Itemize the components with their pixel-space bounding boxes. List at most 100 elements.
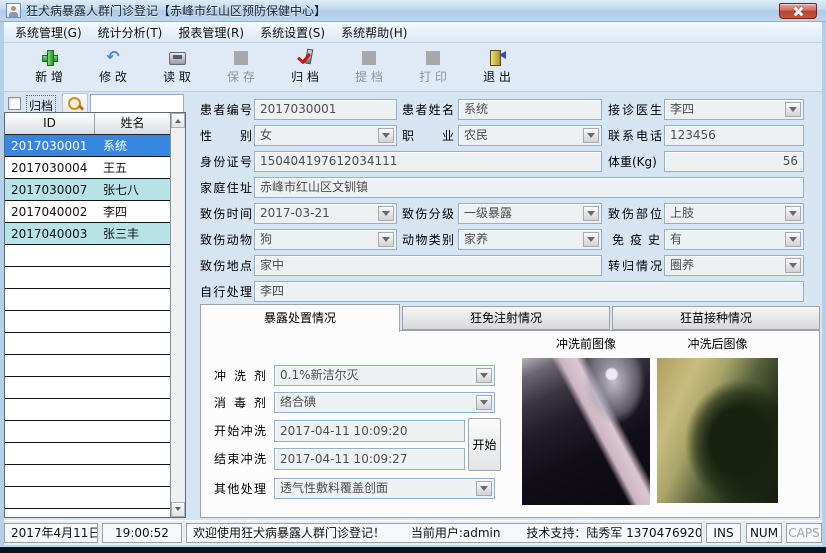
tab-exposure-treatment[interactable]: 暴露处置情况 bbox=[200, 304, 400, 332]
phone-field[interactable]: 123456 bbox=[664, 125, 804, 146]
self-treat-field[interactable]: 李四 bbox=[254, 281, 804, 302]
menu-help[interactable]: 系统帮助(H) bbox=[333, 22, 415, 43]
rinse-end-label: 结束冲洗 bbox=[214, 449, 266, 469]
injury-grade-combo[interactable]: 一级暴露 bbox=[458, 203, 602, 224]
read-button[interactable]: 读 取 bbox=[145, 45, 209, 89]
menu-settings[interactable]: 系统设置(S) bbox=[252, 22, 333, 43]
status-bar: 2017年4月11日 19:00:52 欢迎使用狂犬病暴露人群门诊登记！ 当前用… bbox=[0, 520, 826, 545]
occupation-combo[interactable]: 农民 bbox=[458, 125, 602, 146]
post-wash-image bbox=[657, 358, 778, 503]
table-row[interactable]: 2017030001 系统 bbox=[5, 135, 170, 157]
empty-row bbox=[5, 487, 170, 509]
address-field[interactable]: 赤峰市红山区文钏镇 bbox=[254, 177, 804, 198]
post-wash-image-label: 冲洗后图像 bbox=[657, 336, 778, 352]
table-row[interactable]: 2017040003 张三丰 bbox=[5, 223, 170, 245]
modify-button[interactable]: 修 改 bbox=[81, 45, 145, 89]
patient-id-field[interactable]: 2017030001 bbox=[254, 99, 397, 120]
dropdown-arrow-icon[interactable] bbox=[785, 232, 801, 247]
injury-animal-label: 致伤动物 bbox=[200, 230, 252, 250]
window-title: 狂犬病暴露人群门诊登记【赤峰市红山区预防保健中心】 bbox=[26, 2, 326, 19]
weight-field[interactable]: 56 bbox=[664, 151, 804, 172]
dropdown-arrow-icon[interactable] bbox=[583, 232, 599, 247]
start-rinse-button[interactable]: 开始 bbox=[468, 418, 501, 471]
dropdown-arrow-icon[interactable] bbox=[476, 481, 492, 496]
empty-row bbox=[5, 267, 170, 289]
pre-wash-image-label: 冲洗前图像 bbox=[522, 336, 650, 352]
magnifier-icon bbox=[66, 95, 84, 113]
rinse-end-field[interactable]: 2017-04-11 10:09:27 bbox=[274, 448, 465, 470]
dropdown-arrow-icon[interactable] bbox=[583, 206, 599, 221]
patient-name-field[interactable]: 系统 bbox=[458, 99, 602, 120]
outcome-combo[interactable]: 圈养 bbox=[664, 255, 804, 276]
empty-row bbox=[5, 245, 170, 267]
tab-immunoglobulin[interactable]: 狂免注射情况 bbox=[402, 306, 610, 330]
immune-history-combo[interactable]: 有 bbox=[664, 229, 804, 250]
app-icon bbox=[6, 3, 21, 18]
close-icon bbox=[793, 7, 804, 16]
dropdown-arrow-icon[interactable] bbox=[785, 102, 801, 117]
self-treat-label: 自行处理 bbox=[200, 282, 252, 302]
table-row[interactable]: 2017030004 王五 bbox=[5, 157, 170, 179]
immune-history-label: 免疫史 bbox=[612, 230, 660, 250]
other-treatment-label: 其他处理 bbox=[214, 479, 266, 499]
tab-vaccination[interactable]: 狂苗接种情况 bbox=[612, 306, 820, 330]
injury-time-combo[interactable]: 2017-03-21 bbox=[254, 203, 397, 224]
doctor-combo[interactable]: 李四 bbox=[664, 99, 804, 120]
window-left-border bbox=[0, 22, 4, 545]
injury-part-label: 致伤部位 bbox=[608, 204, 662, 224]
rinse-agent-combo[interactable]: 0.1%新洁尔灭 bbox=[274, 365, 495, 386]
empty-row bbox=[5, 443, 170, 465]
dropdown-arrow-icon[interactable] bbox=[476, 368, 492, 383]
disabled-icon bbox=[362, 51, 376, 65]
app-window: 狂犬病暴露人群门诊登记【赤峰市红山区预防保健中心】 系统管理(G) 统计分析(T… bbox=[0, 0, 826, 553]
disk-icon bbox=[169, 52, 186, 65]
disinfectant-combo[interactable]: 络合碘 bbox=[274, 392, 495, 413]
plus-icon bbox=[41, 49, 57, 65]
phone-label: 联系电话 bbox=[608, 126, 662, 146]
print-button: 打 印 bbox=[401, 45, 465, 89]
injury-place-label: 致伤地点 bbox=[200, 256, 252, 276]
empty-row bbox=[5, 399, 170, 421]
new-button[interactable]: 新 增 bbox=[17, 45, 81, 89]
empty-row bbox=[5, 289, 170, 311]
dropdown-arrow-icon[interactable] bbox=[378, 206, 394, 221]
archive-button[interactable]: 归 档 bbox=[273, 45, 337, 89]
current-user: 当前用户:admin bbox=[411, 526, 501, 540]
dropdown-arrow-icon[interactable] bbox=[476, 395, 492, 410]
table-row[interactable]: 2017030007 张七八 bbox=[5, 179, 170, 201]
dropdown-arrow-icon[interactable] bbox=[785, 206, 801, 221]
address-label: 家庭住址 bbox=[200, 178, 252, 198]
dropdown-arrow-icon[interactable] bbox=[785, 258, 801, 273]
dropdown-arrow-icon[interactable] bbox=[378, 128, 394, 143]
menu-reports[interactable]: 报表管理(R) bbox=[170, 22, 252, 43]
scroll-down-icon[interactable] bbox=[171, 502, 185, 517]
close-button[interactable] bbox=[779, 3, 817, 19]
dropdown-arrow-icon[interactable] bbox=[378, 232, 394, 247]
animal-category-combo[interactable]: 家养 bbox=[458, 229, 602, 250]
injury-time-label: 致伤时间 bbox=[200, 204, 252, 224]
empty-row bbox=[5, 465, 170, 487]
id-number-field[interactable]: 150404197612034111 bbox=[254, 151, 602, 172]
status-ins: INS bbox=[706, 523, 741, 543]
undo-arrow-icon bbox=[105, 49, 121, 65]
disinfectant-label: 消毒剂 bbox=[214, 393, 266, 413]
exit-button[interactable]: 退 出 bbox=[465, 45, 529, 89]
table-row[interactable]: 2017040002 李四 bbox=[5, 201, 170, 223]
window-right-border bbox=[822, 22, 826, 545]
status-caps: CAPS bbox=[786, 523, 822, 543]
grid-scrollbar[interactable] bbox=[170, 113, 185, 517]
menu-statistics[interactable]: 统计分析(T) bbox=[90, 22, 171, 43]
injury-place-field[interactable]: 家中 bbox=[254, 255, 602, 276]
injury-animal-combo[interactable]: 狗 bbox=[254, 229, 397, 250]
archive-checkbox[interactable] bbox=[8, 97, 21, 110]
gender-combo[interactable]: 女 bbox=[254, 125, 397, 146]
rinse-start-field[interactable]: 2017-04-11 10:09:20 bbox=[274, 420, 465, 442]
weight-label: 体重(Kg) bbox=[608, 152, 662, 172]
menu-system-manage[interactable]: 系统管理(G) bbox=[7, 22, 90, 43]
doctor-label: 接诊医生 bbox=[608, 100, 662, 120]
scroll-up-icon[interactable] bbox=[171, 113, 185, 128]
injury-part-combo[interactable]: 上肢 bbox=[664, 203, 804, 224]
other-treatment-combo[interactable]: 透气性敷料覆盖创面 bbox=[274, 478, 495, 499]
dropdown-arrow-icon[interactable] bbox=[583, 128, 599, 143]
save-button: 保 存 bbox=[209, 45, 273, 89]
